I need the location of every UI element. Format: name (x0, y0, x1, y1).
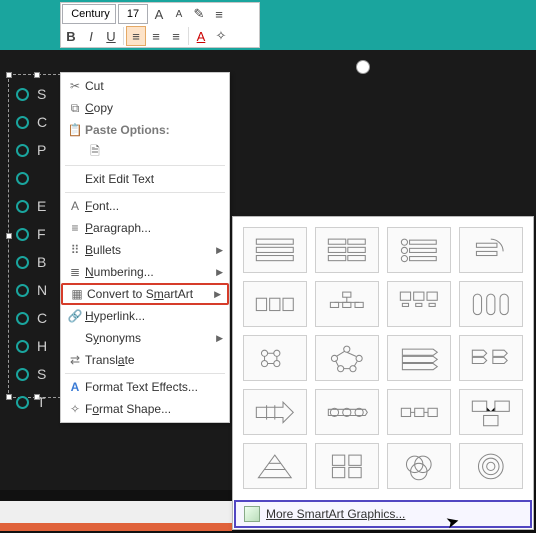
font-size-combo[interactable]: 17 (118, 4, 148, 24)
status-strip (0, 501, 232, 523)
more-smartart-graphics[interactable]: More SmartArt Graphics... (234, 500, 532, 528)
smartart-option[interactable] (387, 227, 451, 273)
scissors-icon: ✂ (65, 79, 85, 93)
bullet-icon (16, 200, 29, 213)
shrink-font-button[interactable]: A (169, 4, 189, 24)
smartart-option[interactable] (243, 227, 307, 273)
menu-paragraph[interactable]: ≡Paragraph... (61, 217, 229, 239)
format-shape-icon: ✧ (65, 402, 85, 416)
smartart-option[interactable] (315, 335, 379, 381)
paste-option-keep[interactable]: 🗎 (61, 141, 229, 163)
align-center-button[interactable]: ≡ (146, 26, 166, 46)
list-item (16, 164, 47, 192)
smartart-option[interactable] (315, 227, 379, 273)
bullet-icon (16, 256, 29, 269)
font-color-button[interactable]: A (191, 26, 211, 46)
font-name-combo[interactable]: Century (62, 4, 116, 24)
context-menu: ✂Cut ⧉Copy 📋Paste Options: 🗎 Exit Edit T… (60, 72, 230, 423)
smartart-option[interactable] (315, 443, 379, 489)
list-item: B (16, 248, 47, 276)
smartart-option[interactable] (459, 335, 523, 381)
rotate-handle[interactable] (356, 60, 370, 74)
smartart-option[interactable] (459, 443, 523, 489)
copy-icon: ⧉ (65, 101, 85, 116)
smartart-gallery: More SmartArt Graphics... (232, 216, 534, 530)
chevron-right-icon: ▶ (216, 267, 223, 278)
smartart-option[interactable] (387, 281, 451, 327)
smartart-option[interactable] (243, 389, 307, 435)
smartart-option[interactable] (459, 389, 523, 435)
smartart-graphic-icon (244, 506, 260, 522)
smartart-option[interactable] (243, 335, 307, 381)
list-item: C (16, 108, 47, 136)
list-item: E (16, 192, 47, 220)
bullet-icon (16, 172, 29, 185)
bullet-icon (16, 228, 29, 241)
list-item: C (16, 304, 47, 332)
chevron-right-icon: ▶ (216, 245, 223, 256)
paste-keep-icon: 🗎 (85, 142, 105, 163)
list-item: F (16, 220, 47, 248)
accent-strip (0, 523, 232, 531)
clear-formatting-button[interactable]: ✧ (211, 26, 231, 46)
menu-paste-options: 📋Paste Options: (61, 119, 229, 141)
bullet-icon (16, 312, 29, 325)
smartart-option[interactable] (459, 227, 523, 273)
bullet-icon (16, 396, 29, 409)
smartart-option[interactable] (387, 443, 451, 489)
menu-copy[interactable]: ⧉Copy (61, 97, 229, 119)
indent-icon[interactable]: ≡ (209, 4, 229, 24)
underline-button[interactable]: U (101, 26, 121, 46)
menu-convert-smartart[interactable]: ▦Convert to SmartArt▶ (61, 283, 229, 305)
menu-hyperlink[interactable]: 🔗Hyperlink... (61, 305, 229, 327)
numbering-icon: ≣ (65, 265, 85, 279)
list-item: T (16, 388, 47, 416)
list-item: S (16, 80, 47, 108)
bullet-icon (16, 116, 29, 129)
smartart-option[interactable] (459, 281, 523, 327)
font-icon: A (65, 199, 85, 213)
bullet-icon (16, 340, 29, 353)
bullet-icon (16, 144, 29, 157)
list-item: N (16, 276, 47, 304)
menu-translate[interactable]: ⇄Translate (61, 349, 229, 371)
menu-font[interactable]: AFont... (61, 195, 229, 217)
link-icon: 🔗 (65, 309, 85, 323)
menu-numbering[interactable]: ≣Numbering...▶ (61, 261, 229, 283)
list-item: P (16, 136, 47, 164)
menu-bullets[interactable]: ⠿Bullets▶ (61, 239, 229, 261)
menu-format-shape[interactable]: ✧Format Shape... (61, 398, 229, 420)
list-item: H (16, 332, 47, 360)
bullet-icon (16, 284, 29, 297)
bold-button[interactable]: B (61, 26, 81, 46)
bullet-icon (16, 88, 29, 101)
smartart-option[interactable] (387, 389, 451, 435)
menu-exit-edit[interactable]: Exit Edit Text (61, 168, 229, 190)
clipboard-icon: 📋 (65, 123, 85, 137)
translate-icon: ⇄ (65, 353, 85, 367)
menu-synonyms[interactable]: Synonyms▶ (61, 327, 229, 349)
smartart-icon: ▦ (67, 287, 87, 301)
mini-toolbar: Century 17 A A ✎ ≡ B I U ≡ ≡ ≡ A ✧ (60, 2, 260, 48)
slide-bullet-list: S C P E F B N C H S T (16, 80, 47, 416)
menu-cut[interactable]: ✂Cut (61, 75, 229, 97)
align-left-button[interactable]: ≡ (126, 26, 146, 46)
italic-button[interactable]: I (81, 26, 101, 46)
format-painter-icon[interactable]: ✎ (189, 4, 209, 24)
text-effects-icon: A (65, 380, 85, 394)
grow-font-button[interactable]: A (149, 4, 169, 24)
chevron-right-icon: ▶ (214, 289, 221, 300)
smartart-option[interactable] (243, 281, 307, 327)
menu-format-text-effects[interactable]: AFormat Text Effects... (61, 376, 229, 398)
align-right-button[interactable]: ≡ (166, 26, 186, 46)
bullets-icon: ⠿ (65, 243, 85, 257)
smartart-option[interactable] (243, 443, 307, 489)
chevron-right-icon: ▶ (216, 333, 223, 344)
smartart-option[interactable] (315, 281, 379, 327)
smartart-option[interactable] (315, 389, 379, 435)
list-item: S (16, 360, 47, 388)
bullet-icon (16, 368, 29, 381)
smartart-option[interactable] (387, 335, 451, 381)
paragraph-icon: ≡ (65, 221, 85, 235)
